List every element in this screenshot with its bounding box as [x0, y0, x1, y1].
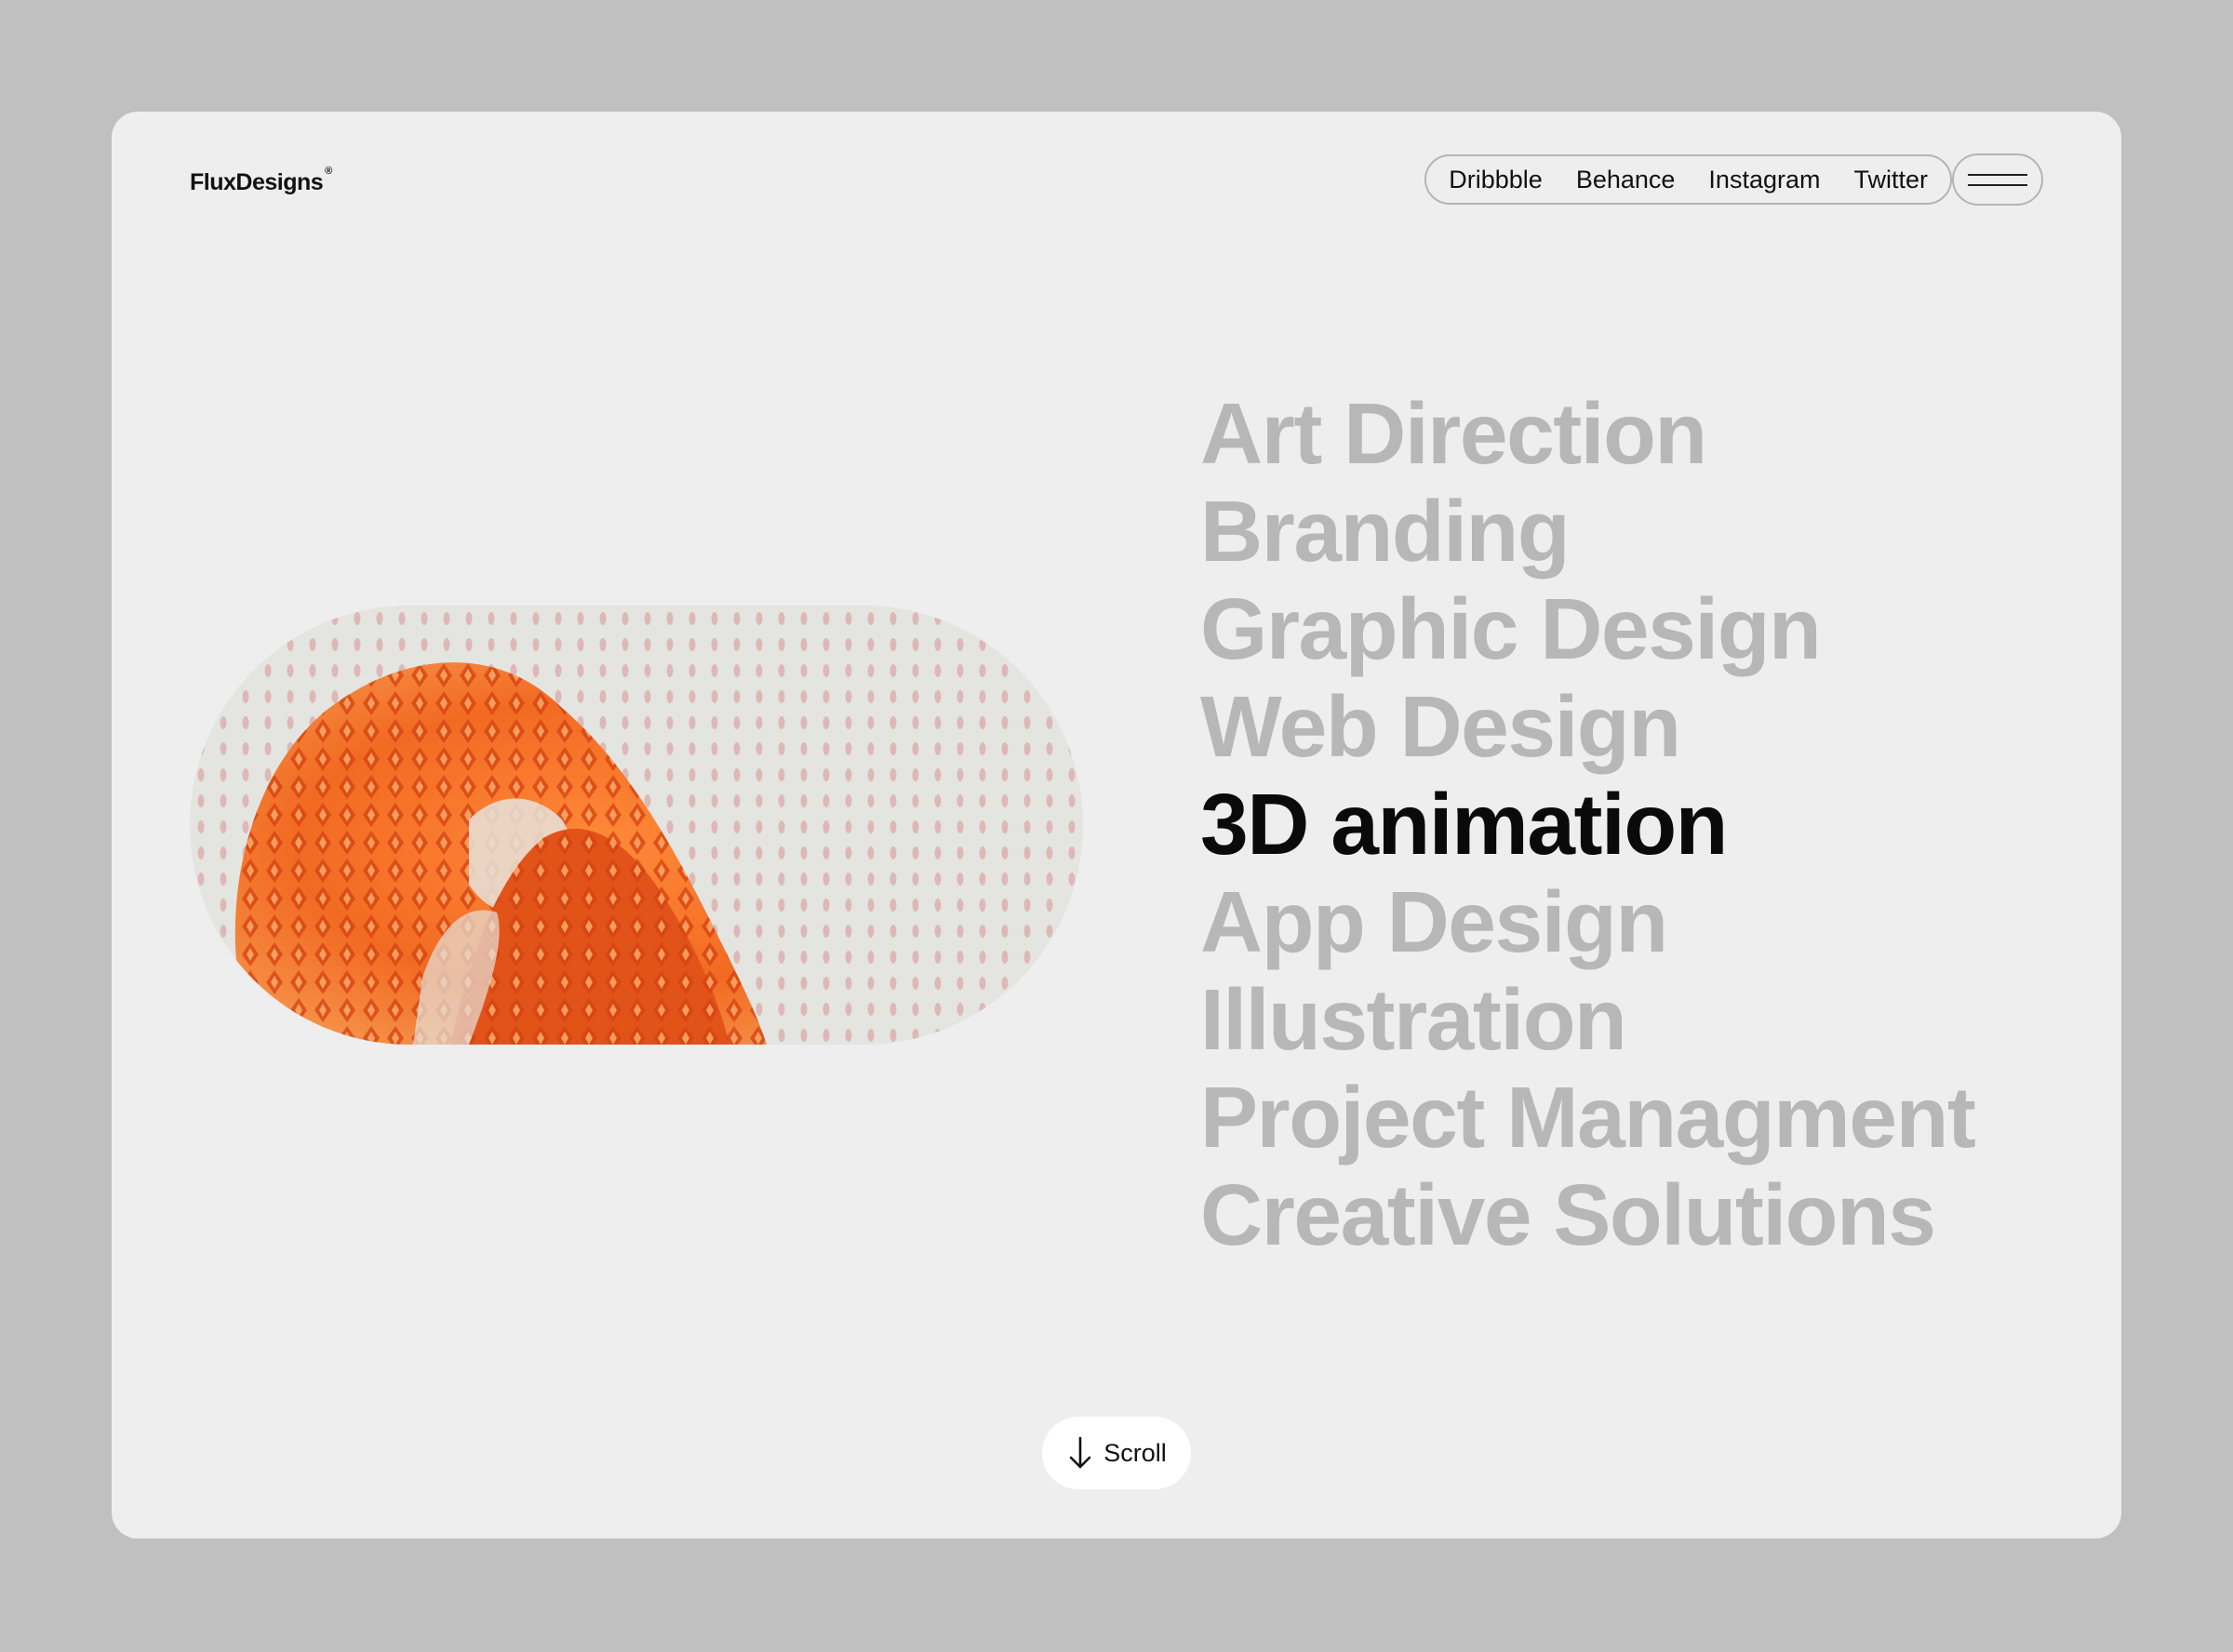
nav-link-behance[interactable]: Behance	[1576, 166, 1676, 194]
nav-link-instagram[interactable]: Instagram	[1708, 166, 1820, 194]
page-card: FluxDesigns ® Dribbble Behance Instagram…	[112, 112, 2121, 1539]
arrow-down-icon	[1069, 1436, 1091, 1469]
hero-image	[190, 606, 1083, 1045]
service-item-art-direction[interactable]: Art Direction	[1200, 385, 1974, 483]
hamburger-icon	[1968, 173, 2027, 176]
hamburger-icon-line	[1968, 183, 2027, 186]
scroll-label: Scroll	[1103, 1438, 1167, 1467]
service-item-branding[interactable]: Branding	[1200, 483, 1974, 580]
brand-logo[interactable]: FluxDesigns ®	[190, 166, 332, 196]
menu-button[interactable]	[1952, 153, 2043, 206]
service-item-illustration[interactable]: Illustration	[1200, 971, 1974, 1069]
services-list: Art Direction Branding Graphic Design We…	[1200, 385, 1976, 1264]
scroll-button[interactable]: Scroll	[1042, 1417, 1191, 1489]
nav-link-twitter[interactable]: Twitter	[1853, 166, 1928, 194]
abstract-3d-artwork	[190, 606, 1083, 1045]
service-item-app-design[interactable]: App Design	[1200, 873, 1974, 971]
social-links: Dribbble Behance Instagram Twitter	[1424, 154, 1952, 205]
nav-link-dribbble[interactable]: Dribbble	[1449, 166, 1543, 194]
service-item-3d-animation[interactable]: 3D animation	[1200, 776, 1974, 873]
service-item-creative-solutions[interactable]: Creative Solutions	[1200, 1166, 1974, 1264]
service-item-project-management[interactable]: Project Managment	[1200, 1069, 1976, 1166]
top-nav: Dribbble Behance Instagram Twitter	[1424, 153, 2043, 206]
brand-name: FluxDesigns	[190, 169, 324, 195]
service-item-web-design[interactable]: Web Design	[1200, 678, 1974, 776]
registered-mark: ®	[325, 166, 332, 177]
service-item-graphic-design[interactable]: Graphic Design	[1200, 580, 1974, 678]
